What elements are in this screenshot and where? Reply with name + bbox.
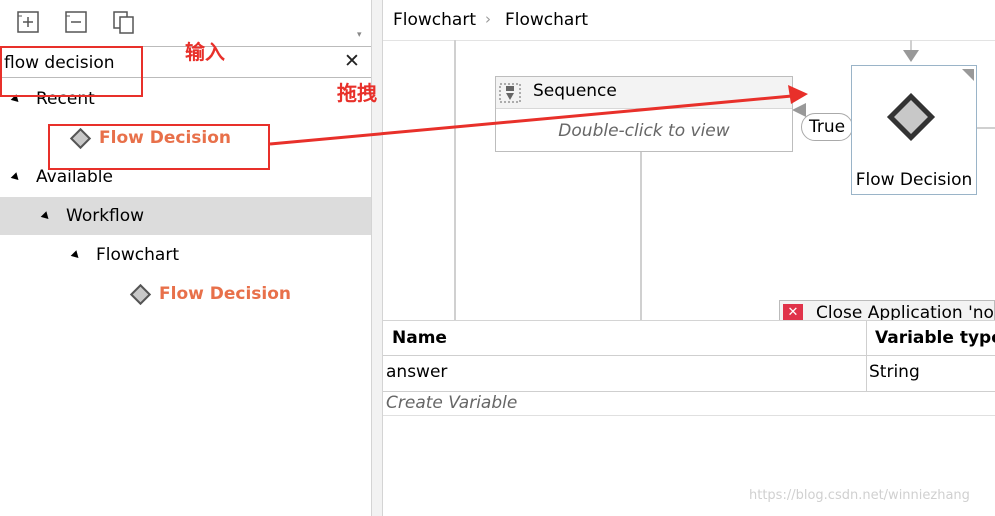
connector-line <box>640 152 642 320</box>
close-application-activity[interactable]: ✕ Close Application 'no <box>779 300 995 320</box>
column-header-name[interactable]: Name <box>392 328 447 348</box>
tree-row-selected[interactable] <box>0 197 371 235</box>
annotation-input: 输入 <box>185 40 225 64</box>
watermark: https://blog.csdn.net/winniezhang <box>749 488 970 503</box>
close-application-title: Close Application 'no <box>816 303 994 320</box>
breadcrumb-item[interactable]: Flowchart <box>393 10 476 30</box>
collapse-arrow-icon[interactable] <box>10 172 22 183</box>
copy-icon[interactable] <box>112 10 136 34</box>
sequence-header: Sequence <box>496 77 792 109</box>
annotation-drag: 拖拽 <box>337 81 377 105</box>
annotation-box-flow-decision <box>48 124 270 170</box>
tree-node-flowchart[interactable]: Flowchart <box>96 245 179 265</box>
connector-arrow-icon <box>903 50 919 62</box>
create-variable-label[interactable]: Create Variable <box>386 393 517 413</box>
variables-panel: Name Variable type answer String Create … <box>383 320 995 516</box>
sequence-activity[interactable]: Sequence Double-click to view <box>495 76 793 152</box>
sequence-hint: Double-click to view <box>558 121 730 141</box>
sequence-icon <box>499 83 521 103</box>
tree-node-workflow[interactable]: Workflow <box>66 206 144 226</box>
connector-arrow-icon <box>792 103 806 117</box>
flowchart-designer: Flowchart › Flowchart Sequence Double-cl… <box>383 0 995 320</box>
clear-search-icon[interactable]: ✕ <box>344 50 360 72</box>
panel-menu-icon[interactable]: ▾ <box>357 30 362 40</box>
annotation-box-search <box>0 46 143 97</box>
chevron-right-icon: › <box>485 10 491 28</box>
connector-line <box>977 127 995 129</box>
true-label: True <box>801 113 853 141</box>
collapse-all-icon[interactable] <box>64 10 88 34</box>
flow-decision-node[interactable]: Flow Decision <box>851 65 977 195</box>
variable-name-cell[interactable]: answer <box>386 362 447 382</box>
flow-decision-icon <box>129 283 152 306</box>
breadcrumb-item[interactable]: Flowchart <box>505 10 588 30</box>
close-application-icon: ✕ <box>783 304 803 320</box>
variable-type-cell[interactable]: String <box>869 362 920 382</box>
corner-indicator-icon <box>962 69 974 81</box>
sequence-title: Sequence <box>533 81 617 101</box>
decision-diamond-icon <box>886 92 936 142</box>
column-header-variable-type[interactable]: Variable type <box>875 328 995 348</box>
connector-line <box>454 40 456 320</box>
tree-node-available[interactable]: Available <box>36 167 113 187</box>
tree-item-flow-decision[interactable]: Flow Decision <box>159 284 291 304</box>
collapse-arrow-icon[interactable] <box>70 250 82 261</box>
flow-decision-label: Flow Decision <box>855 170 973 190</box>
expand-all-icon[interactable] <box>16 10 40 34</box>
